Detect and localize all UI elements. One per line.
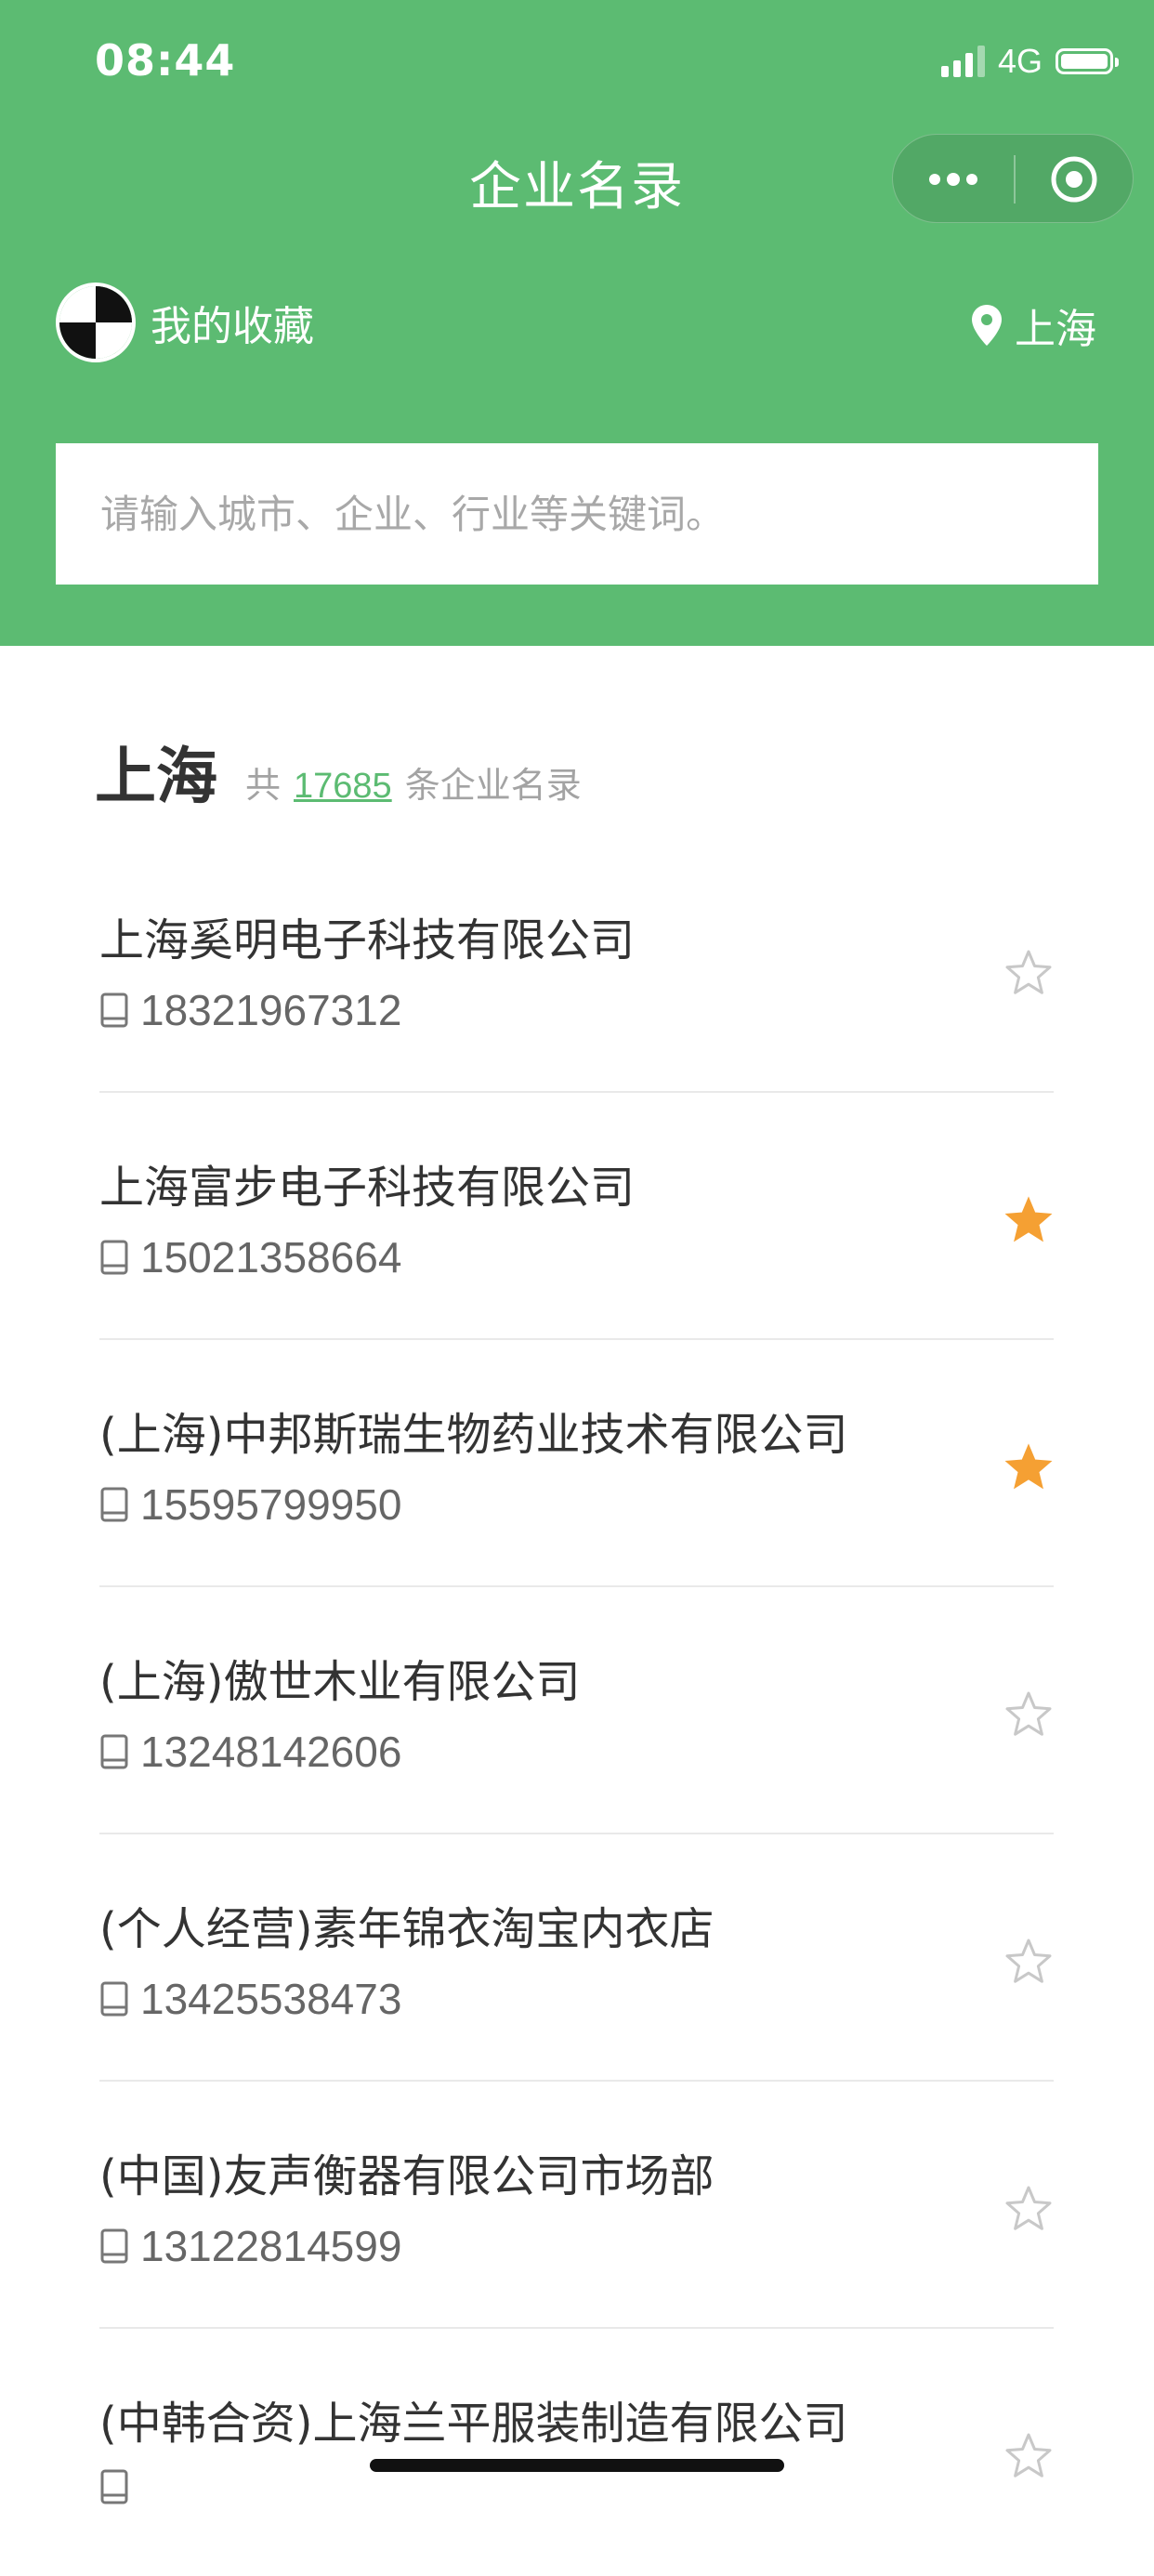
company-name: (中国)友声衡器有限公司市场部: [99, 2150, 715, 2202]
signal-icon: [940, 46, 985, 77]
company-name: (上海)中邦斯瑞生物药业技术有限公司: [99, 1409, 848, 1461]
favorite-star-icon[interactable]: [1003, 1689, 1054, 1740]
close-target-icon[interactable]: [1014, 135, 1134, 224]
summary-city: 上海: [95, 741, 217, 812]
company-phone: 15021358664: [99, 1232, 401, 1282]
summary-prefix: 共: [245, 765, 282, 806]
phone-icon: [100, 1734, 128, 1769]
favorite-star-icon[interactable]: [1003, 1937, 1054, 1987]
company-phone: 18321967312: [99, 985, 401, 1035]
mini-program-capsule: [892, 134, 1134, 223]
phone-icon: [100, 1487, 128, 1522]
company-phone: [99, 2468, 140, 2505]
favorite-star-icon[interactable]: [1003, 2184, 1054, 2234]
company-name: 上海奚明电子科技有限公司: [99, 914, 636, 966]
location-selector[interactable]: 上海: [972, 296, 1096, 355]
location-pin-icon: [972, 305, 1002, 346]
status-indicators: 4G: [940, 41, 1119, 82]
favorite-star-icon[interactable]: [1003, 1442, 1054, 1492]
company-phone-number: 18321967312: [140, 986, 402, 1034]
favorite-star-icon[interactable]: [1003, 2431, 1054, 2481]
location-label: 上海: [1015, 306, 1096, 353]
result-summary: 上海 共 17685 条企业名录: [95, 727, 582, 816]
company-phone-number: 13122814599: [140, 2222, 402, 2270]
summary-count-link[interactable]: 17685: [294, 767, 392, 807]
company-name: (上海)傲世木业有限公司: [99, 1656, 581, 1708]
summary-suffix: 条企业名录: [404, 765, 582, 806]
more-menu-icon[interactable]: [893, 135, 1014, 224]
home-indicator: [370, 2459, 784, 2472]
header-bar: 08:44 4G 企业名录 我的收藏 上海 请输入城市、企业、行业等关键词。: [0, 0, 1154, 646]
phone-icon: [100, 2228, 128, 2264]
avatar-checker-icon: [59, 286, 132, 359]
company-list-item[interactable]: (中韩合资)上海兰平服装制造有限公司: [99, 2329, 1054, 2576]
company-list-item[interactable]: (上海)中邦斯瑞生物药业技术有限公司 15595799950: [99, 1340, 1054, 1587]
company-phone-number: 15595799950: [140, 1480, 402, 1529]
battery-icon: [1056, 48, 1119, 74]
phone-icon: [100, 2469, 128, 2504]
company-list-item[interactable]: 上海奚明电子科技有限公司 18321967312: [99, 846, 1054, 1093]
company-phone-number: 15021358664: [140, 1233, 402, 1281]
favorite-star-icon[interactable]: [1003, 948, 1054, 998]
company-name: (中韩合资)上海兰平服装制造有限公司: [99, 2398, 848, 2450]
company-phone: 13425538473: [99, 1974, 401, 2024]
status-time: 08:44: [95, 35, 236, 85]
avatar: [56, 283, 136, 362]
my-favorites-label: 我的收藏: [151, 303, 314, 350]
my-favorites-button[interactable]: 我的收藏: [56, 283, 314, 362]
company-name: 上海富步电子科技有限公司: [99, 1162, 636, 1214]
company-phone-number: 13248142606: [140, 1728, 402, 1776]
company-phone-number: 13425538473: [140, 1975, 402, 2023]
company-phone: 15595799950: [99, 1479, 401, 1530]
company-phone: 13122814599: [99, 2221, 401, 2271]
company-name: (个人经营)素年锦衣淘宝内衣店: [99, 1903, 715, 1955]
company-list-item[interactable]: (上海)傲世木业有限公司 13248142606: [99, 1587, 1054, 1834]
company-list-item[interactable]: (中国)友声衡器有限公司市场部 13122814599: [99, 2082, 1054, 2329]
search-input[interactable]: [56, 443, 1098, 585]
company-phone: 13248142606: [99, 1727, 401, 1777]
network-type: 4G: [997, 42, 1043, 80]
phone-icon: [100, 1981, 128, 2017]
phone-icon: [100, 1240, 128, 1275]
phone-icon: [100, 992, 128, 1028]
favorite-star-icon[interactable]: [1003, 1195, 1054, 1245]
company-list-item[interactable]: 上海富步电子科技有限公司 15021358664: [99, 1093, 1054, 1340]
company-list-item[interactable]: (个人经营)素年锦衣淘宝内衣店 13425538473: [99, 1834, 1054, 2082]
